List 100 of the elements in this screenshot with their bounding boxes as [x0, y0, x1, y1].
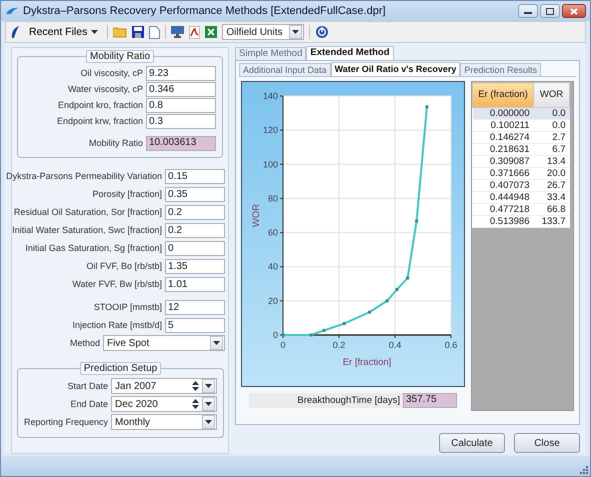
data-point	[415, 219, 418, 222]
caret-icon	[91, 30, 98, 34]
table-cell: 26.7	[534, 180, 570, 192]
field-label: Water FVF, Bw [rb/stb]	[72, 279, 162, 289]
power-icon[interactable]	[315, 25, 330, 39]
input-field[interactable]: 0.3	[146, 114, 216, 128]
field-label: Method	[70, 338, 100, 348]
table-cell: 20.0	[534, 168, 570, 180]
tick-label: 120	[262, 125, 278, 136]
field-label: Initial Water Saturation, Swc [fraction]	[12, 225, 162, 235]
input-field[interactable]: 0.2	[165, 204, 225, 220]
input-field[interactable]: 0.35	[165, 186, 225, 202]
input-field[interactable]: 0.346	[146, 82, 216, 96]
data-point	[425, 105, 428, 108]
close-button[interactable]	[562, 4, 586, 18]
input-field[interactable]: 1.01	[165, 276, 225, 292]
tick-label: 20	[268, 296, 278, 306]
input-field[interactable]: 1.35	[165, 258, 225, 274]
method-dropdown[interactable]: Five Spot	[103, 335, 225, 351]
units-dropdown[interactable]: Oilfield Units	[222, 24, 304, 40]
document-icon[interactable]	[149, 26, 160, 38]
dialog-button[interactable]: Close	[514, 433, 580, 453]
tab[interactable]: Additional Input Data	[239, 63, 331, 76]
window-title: Dykstra–Parsons Recovery Performance Methods [ExtendedFullCase.dpr]	[23, 5, 386, 17]
tick-label: 0	[272, 330, 278, 340]
save-icon[interactable]	[132, 26, 144, 38]
field-label: Water viscosity, cP	[68, 84, 143, 94]
table-cell: 2.7	[534, 132, 570, 144]
recent-files-button[interactable]: Recent Files	[25, 26, 102, 38]
caret-icon	[205, 402, 212, 406]
table-cell: 0.0	[534, 120, 570, 132]
field-label: Oil viscosity, cP	[80, 68, 143, 78]
table-cell: 6.7	[534, 144, 570, 156]
column-header[interactable]: Er (fraction)	[472, 82, 534, 108]
table-cell: 13.4	[534, 156, 570, 168]
spinner-icon[interactable]	[191, 380, 200, 392]
dialog-button[interactable]: Calculate	[439, 433, 505, 453]
table-cell: 66.8	[534, 204, 570, 216]
maximize-icon	[546, 8, 554, 14]
tick-label: 0.4	[388, 340, 402, 350]
column-header[interactable]: WOR	[534, 82, 570, 108]
axis-title: Er [fraction]	[342, 357, 392, 368]
data-point	[342, 322, 346, 326]
field-label: Oil FVF, Bo [rb/stb]	[86, 261, 162, 271]
table-cell: 0.407073	[472, 180, 534, 192]
resize-grip-icon	[580, 466, 588, 474]
pdf-icon[interactable]	[189, 26, 200, 38]
field-label: Initial Gas Saturation, Sg [fraction]	[25, 243, 162, 253]
input-field[interactable]: 0.8	[146, 98, 216, 112]
data-point	[395, 288, 398, 291]
input-field[interactable]: 12	[165, 300, 225, 314]
date-picker[interactable]: Dec 2020	[111, 396, 218, 412]
table-cell: 0.513986	[472, 216, 534, 228]
close-icon	[570, 8, 578, 14]
tick-label: 80	[268, 193, 278, 204]
monitor-icon[interactable]	[171, 26, 184, 38]
table-cell: 0.146274	[472, 132, 534, 144]
tab[interactable]: Extended Method	[306, 46, 394, 60]
date-picker[interactable]: Jan 2007	[111, 378, 218, 394]
table-cell: 0.100211	[472, 120, 534, 132]
data-point	[310, 334, 313, 336]
data-point	[406, 276, 410, 280]
table-cell: 0.309087	[472, 156, 534, 168]
tab[interactable]: Water Oil Ratio v's Recovery	[330, 62, 460, 76]
tick-label: 0.6	[444, 340, 458, 350]
field-label: Endpoint krw, fraction	[56, 116, 143, 126]
field-label: STOOIP [mmstb]	[94, 302, 162, 312]
app-icon	[5, 6, 19, 16]
tab[interactable]: Prediction Results	[460, 63, 541, 76]
spreadsheet-icon[interactable]	[205, 26, 218, 38]
data-point	[282, 334, 284, 336]
input-field[interactable]: 9.23	[146, 66, 216, 80]
field-label: Endpoint kro, fraction	[58, 100, 143, 110]
field-label: Mobility Ratio	[88, 138, 143, 148]
tab[interactable]: Simple Method	[235, 47, 306, 60]
field-label: Porosity [fraction]	[92, 189, 162, 199]
field-label: Injection Rate [mstb/d]	[72, 320, 162, 330]
feather-icon[interactable]	[10, 25, 20, 39]
input-field[interactable]: 0.15	[165, 168, 225, 184]
minimize-button[interactable]	[518, 4, 538, 18]
tick-label: 140	[262, 91, 278, 101]
data-point	[322, 328, 326, 332]
maximize-button[interactable]	[540, 4, 560, 18]
frequency-dropdown[interactable]: Monthly	[111, 414, 218, 430]
table-cell: 33.4	[534, 192, 570, 204]
input-field[interactable]: 5	[165, 318, 225, 332]
caret-icon	[213, 341, 220, 345]
group-title: Mobility Ratio	[86, 50, 154, 63]
table-cell: 0.000000	[472, 108, 534, 120]
tick-label: 0.2	[332, 340, 346, 350]
spinner-icon[interactable]	[191, 398, 200, 410]
field-label: Dykstra-Parsons Permeability Variation	[6, 171, 162, 181]
input-field[interactable]: 0	[165, 240, 225, 256]
table-cell: 133.7	[534, 216, 570, 228]
caret-icon	[205, 420, 212, 424]
field-label: Residual Oil Saturation, Sor [fraction]	[14, 207, 162, 217]
result-value: 10.003613	[146, 136, 216, 150]
caret-icon	[205, 384, 212, 388]
input-field[interactable]: 0.2	[165, 222, 225, 238]
data-point	[386, 299, 389, 302]
